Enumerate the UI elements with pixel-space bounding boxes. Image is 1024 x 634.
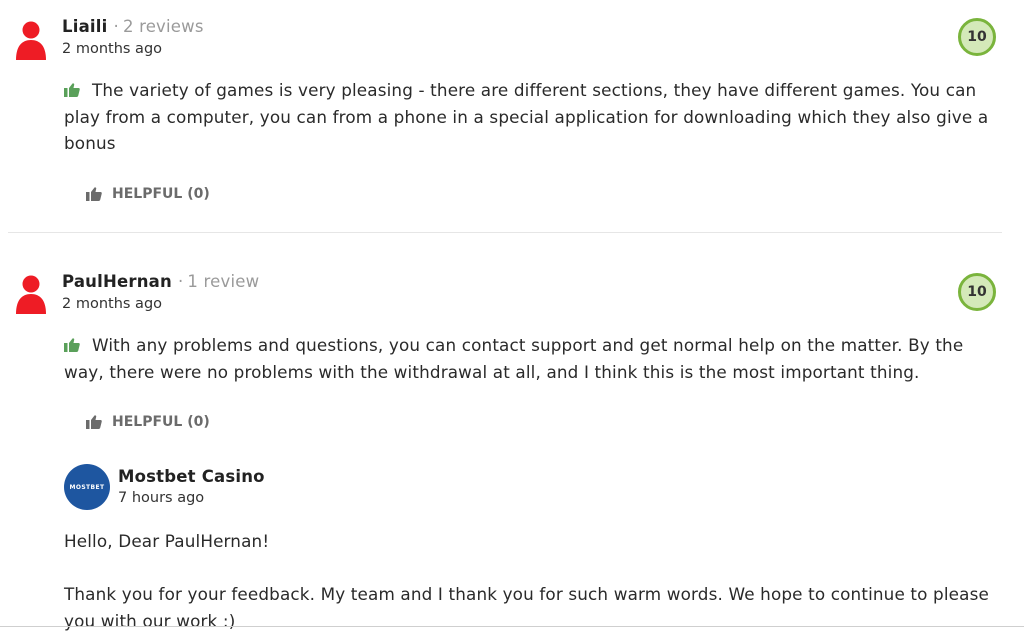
review-date: 2 months ago: [62, 296, 163, 312]
username-text[interactable]: PaulHernan: [62, 272, 172, 291]
helpful-button[interactable]: HELPFUL (0): [86, 414, 210, 430]
logo-text: MOSTBET: [69, 483, 105, 491]
score-badge: 10: [958, 18, 996, 56]
review-count: · 2 reviews: [113, 17, 204, 36]
thumbs-up-icon: [86, 415, 102, 429]
username-text[interactable]: Liaili: [62, 17, 107, 36]
user-avatar-icon: [16, 21, 46, 60]
review-count: · 1 review: [177, 272, 260, 291]
review-divider: [8, 232, 1002, 233]
helpful-button[interactable]: HELPFUL (0): [86, 186, 210, 202]
reply-greeting: Hello, Dear PaulHernan!: [64, 531, 270, 551]
thumbs-up-icon: [86, 187, 102, 201]
reply-date: 7 hours ago: [118, 490, 205, 506]
thumbs-up-icon: [64, 83, 80, 97]
mostbet-logo: MOSTBET: [64, 464, 110, 510]
helpful-label: HELPFUL (0): [112, 186, 210, 202]
review-username[interactable]: PaulHernan · 1 review: [62, 272, 259, 291]
helpful-label: HELPFUL (0): [112, 414, 210, 430]
reply-author-name: Mostbet Casino: [118, 467, 265, 486]
review-text: With any problems and questions, you can…: [64, 335, 964, 382]
score-badge: 10: [958, 273, 996, 311]
review-username[interactable]: Liaili · 2 reviews: [62, 17, 204, 36]
thumbs-up-icon: [64, 338, 80, 352]
user-avatar-icon: [16, 275, 46, 314]
review-text: The variety of games is very pleasing - …: [64, 80, 989, 153]
review-date: 2 months ago: [62, 41, 163, 57]
